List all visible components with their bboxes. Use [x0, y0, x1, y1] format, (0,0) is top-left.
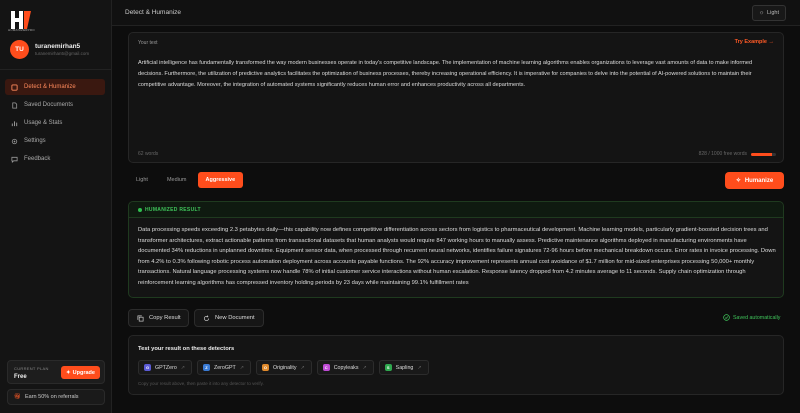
usage-progress-bar — [751, 153, 776, 156]
user-profile[interactable]: TU turanemirhan5 turanemirhan5@gmail.com — [10, 40, 89, 59]
external-link-icon: ↗ — [180, 364, 185, 371]
detector-label: Originality — [272, 364, 297, 371]
external-link-icon: ↗ — [300, 364, 305, 371]
chart-icon — [11, 120, 18, 126]
detectors-panel: Test your result on these detectors G GP… — [128, 335, 784, 395]
sidebar-item-label: Detect & Humanize — [24, 84, 76, 90]
detectors-row: G GPTZero ↗ Z ZeroGPT ↗ O Originality ↗ … — [138, 360, 429, 375]
detector-copyleaks[interactable]: C Copyleaks ↗ — [316, 360, 374, 375]
saved-label: Saved automatically — [733, 314, 781, 321]
logo-text: HUMANIZERPRO — [8, 28, 35, 32]
check-circle-icon — [723, 314, 730, 321]
sidebar-item-label: Saved Documents — [24, 102, 74, 108]
copy-icon — [137, 315, 144, 321]
sapling-icon: S — [384, 364, 392, 371]
input-textarea[interactable]: Artificial intelligence has fundamentall… — [138, 58, 776, 92]
sidebar-item-label: Usage & Stats — [24, 120, 63, 126]
word-count: 62 words — [138, 151, 159, 157]
mode-selector: Light Medium Aggressive — [128, 172, 244, 189]
external-link-icon: ↗ — [239, 364, 244, 371]
detectors-title: Test your result on these detectors — [138, 346, 235, 352]
status-dot-icon — [138, 208, 142, 212]
new-document-label: New Document — [215, 315, 255, 321]
detector-sapling[interactable]: S Sapling ↗ — [378, 360, 429, 375]
sidebar-nav: Detect & Humanize Saved Documents Usage … — [5, 79, 105, 169]
document-icon — [12, 101, 18, 109]
mode-medium[interactable]: Medium — [159, 172, 195, 188]
upgrade-button[interactable]: ✦ Upgrade — [61, 366, 100, 379]
sun-icon: ☼ — [759, 10, 765, 16]
app-root: HUMANIZERPRO TU turanemirhan5 turanemirh… — [0, 0, 800, 413]
usage-progress-fill — [751, 153, 772, 156]
copyleaks-icon: C — [322, 364, 330, 371]
external-link-icon: ↗ — [417, 364, 422, 371]
external-link-icon: ↗ — [362, 364, 367, 371]
detector-label: GPTZero — [155, 364, 177, 371]
result-header: HUMANIZED RESULT — [129, 202, 783, 218]
sidebar-item-usage-stats[interactable]: Usage & Stats — [5, 115, 105, 131]
refresh-icon — [203, 314, 210, 321]
user-email: turanemirhan5@gmail.com — [35, 51, 90, 56]
detector-label: Copyleaks — [333, 364, 359, 371]
detector-label: ZeroGPT — [213, 364, 236, 371]
sidebar-item-saved-documents[interactable]: Saved Documents — [5, 97, 105, 113]
humanize-button[interactable]: ✧ Humanize — [725, 172, 784, 189]
gift-icon: 🎁︎ — [14, 394, 21, 400]
plan-card: CURRENT PLAN Free ✦ Upgrade — [7, 360, 105, 384]
input-panel: Your text Try Example → Artificial intel… — [128, 32, 784, 163]
sidebar-item-label: Settings — [24, 138, 46, 144]
sidebar-divider — [0, 69, 111, 70]
referral-button[interactable]: 🎁︎ Earn 50% on referrals — [7, 389, 105, 405]
sidebar: HUMANIZERPRO TU turanemirhan5 turanemirh… — [0, 0, 112, 413]
humanize-label: Humanize — [744, 177, 774, 184]
new-document-button[interactable]: New Document — [194, 309, 264, 327]
free-words-count: 828 / 1000 free words — [698, 151, 747, 157]
originality-icon: O — [261, 364, 269, 371]
zerogpt-icon: Z — [202, 364, 210, 371]
theme-toggle-label: Light — [767, 10, 779, 16]
detector-label: Sapling — [395, 364, 414, 371]
sidebar-item-detect-humanize[interactable]: Detect & Humanize — [5, 79, 105, 95]
result-panel: HUMANIZED RESULT Data processing speeds … — [128, 201, 784, 298]
gptzero-icon: G — [144, 364, 151, 371]
wand-icon — [11, 83, 18, 91]
logo-icon[interactable] — [10, 10, 32, 30]
mode-aggressive[interactable]: Aggressive — [197, 172, 244, 188]
sidebar-item-label: Feedback — [24, 156, 51, 162]
user-name: turanemirhan5 — [35, 43, 81, 50]
copy-result-button[interactable]: Copy Result — [128, 309, 189, 327]
saved-status: Saved automatically — [723, 314, 780, 321]
result-text[interactable]: Data processing speeds exceeding 2.3 pet… — [138, 225, 778, 288]
upgrade-label: Upgrade — [72, 369, 95, 376]
plan-value: Free — [14, 374, 27, 380]
mode-light[interactable]: Light — [128, 172, 156, 188]
detector-zerogpt[interactable]: Z ZeroGPT ↗ — [196, 360, 251, 375]
try-example-link[interactable]: Try Example → — [735, 39, 774, 45]
copy-result-label: Copy Result — [149, 315, 181, 321]
result-label: HUMANIZED RESULT — [145, 207, 201, 213]
sidebar-item-feedback[interactable]: Feedback — [5, 151, 105, 167]
top-header: Detect & Humanize ☼ Light — [112, 0, 800, 26]
star-icon: ✦ — [66, 369, 71, 376]
chat-icon — [11, 156, 18, 163]
plan-label: CURRENT PLAN — [14, 366, 49, 371]
theme-toggle-button[interactable]: ☼ Light — [752, 5, 786, 21]
detector-originality[interactable]: O Originality ↗ — [255, 360, 312, 375]
gear-icon — [11, 138, 18, 144]
page-title: Detect & Humanize — [125, 9, 181, 16]
detectors-hint: Copy your result above, then paste it in… — [138, 381, 264, 386]
input-label: Your text — [138, 40, 158, 46]
avatar: TU — [10, 40, 29, 59]
detector-gptzero[interactable]: G GPTZero ↗ — [138, 360, 192, 375]
sparkle-icon: ✧ — [735, 178, 741, 184]
sidebar-item-settings[interactable]: Settings — [5, 133, 105, 149]
referral-label: Earn 50% on referrals — [24, 394, 79, 400]
